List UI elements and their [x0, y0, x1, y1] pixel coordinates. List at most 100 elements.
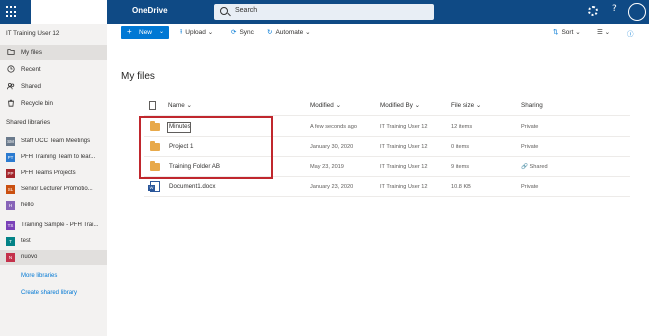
info-icon: ⓘ [627, 31, 634, 38]
search-box[interactable]: Search [214, 4, 434, 20]
sidebar-library-item[interactable]: H hello [0, 198, 107, 213]
chevron-down-icon: ⌄ [475, 102, 482, 109]
people-icon [7, 82, 15, 90]
sync-label: Sync [239, 29, 254, 36]
column-header-modified-by[interactable]: Modified By ⌄ [380, 102, 420, 109]
automate-button[interactable]: ↻ Automate ⌄ [267, 28, 311, 36]
chevron-down-icon: ⌄ [305, 29, 311, 36]
modified-by: IT Training User 12 [380, 144, 428, 150]
view-options-button[interactable]: ☰ ⌄ [597, 28, 610, 36]
sidebar-library-item[interactable]: PT PFH Training Team to lear... [0, 150, 107, 165]
avatar[interactable] [628, 3, 646, 21]
column-header-name[interactable]: Name ⌄ [168, 102, 192, 109]
chevron-down-icon: ⌄ [186, 102, 192, 109]
column-label: Name [168, 102, 185, 109]
top-bar: OneDrive Search ? [0, 0, 649, 24]
folder-icon [7, 49, 15, 55]
modified-date: May 23, 2019 [310, 164, 344, 170]
gear-icon[interactable] [588, 6, 598, 16]
more-libraries-link[interactable]: More libraries [21, 273, 57, 279]
column-header-file-size[interactable]: File size ⌄ [451, 102, 481, 109]
app-launcher-icon[interactable] [6, 6, 18, 18]
app-title[interactable]: OneDrive [132, 6, 168, 15]
file-type-icon [149, 101, 156, 110]
sidebar-item-label: Recycle bin [21, 100, 53, 107]
redacted-logo-area [31, 0, 107, 24]
library-avatar: TS [6, 221, 15, 230]
modified-date: January 23, 2020 [310, 184, 354, 190]
library-avatar: SL [6, 185, 15, 194]
upload-label: Upload [185, 29, 206, 36]
upload-button[interactable]: ⭱ Upload ⌄ [180, 28, 213, 39]
library-avatar: H [6, 201, 15, 210]
file-name[interactable]: Document1.docx [169, 183, 215, 190]
link-icon: 🔗 [521, 164, 528, 170]
modified-date: January 30, 2020 [310, 144, 354, 150]
sidebar-library-item[interactable]: N nuovo [0, 250, 107, 265]
sidebar-item-my-files[interactable]: My files [0, 45, 107, 60]
trash-icon [8, 99, 14, 107]
sort-icon: ⇅ [553, 29, 559, 36]
column-label: File size [451, 102, 475, 109]
chevron-down-icon: ⌄ [604, 29, 611, 36]
modified-date: A few seconds ago [310, 124, 357, 130]
sidebar-library-item[interactable]: T test [0, 234, 107, 249]
sidebar-item-label: Shared [21, 83, 41, 90]
modified-by: IT Training User 12 [380, 184, 428, 190]
sidebar-library-item[interactable]: PP PFH Teams Projects [0, 166, 107, 181]
chevron-down-icon: ⌄ [575, 29, 581, 36]
column-header-sharing[interactable]: Sharing [521, 102, 543, 109]
info-button[interactable]: ⓘ [627, 28, 634, 38]
new-button-label: New [139, 29, 153, 36]
library-avatar: PP [6, 169, 15, 178]
sync-button[interactable]: ⟳ Sync [231, 28, 254, 36]
plus-icon: + [127, 27, 132, 36]
word-doc-icon [148, 181, 160, 192]
sharing-status: Private [521, 144, 539, 150]
chevron-down-icon: ⌄ [335, 102, 341, 109]
sort-button[interactable]: ⇅ Sort ⌄ [553, 28, 581, 36]
modified-by: IT Training User 12 [380, 124, 428, 130]
clock-icon [7, 65, 15, 73]
chevron-down-icon: ⌄ [159, 29, 165, 35]
sharing-status: 🔗 Shared [521, 164, 548, 170]
column-label: Modified By [380, 102, 413, 109]
column-label: Modified [310, 102, 334, 109]
sidebar-item-shared[interactable]: Shared [0, 79, 107, 94]
sidebar: IT Training User 12 My files Recent Shar… [0, 24, 107, 336]
search-placeholder: Search [235, 7, 258, 14]
library-avatar: T [6, 237, 15, 246]
shared-libraries-heading: Shared libraries [6, 119, 51, 126]
library-label: PFH Teams Projects [21, 170, 76, 176]
library-label: PFH Training Team to lear... [21, 154, 96, 160]
sort-label: Sort [561, 29, 574, 36]
new-button[interactable]: + New ⌄ [121, 26, 169, 39]
sync-icon: ⟳ [231, 29, 237, 36]
annotation-highlight-box [139, 116, 273, 179]
row-divider [144, 196, 630, 197]
sidebar-item-label: My files [21, 49, 42, 56]
sidebar-item-recent[interactable]: Recent [0, 62, 107, 77]
sharing-status: Private [521, 124, 539, 130]
modified-by: IT Training User 12 [380, 164, 428, 170]
sidebar-item-recycle-bin[interactable]: Recycle bin [0, 96, 107, 111]
column-label: Sharing [521, 102, 543, 109]
sidebar-library-item[interactable]: SL Senior Lecturer Promotio... [0, 182, 107, 197]
automate-label: Automate [275, 29, 304, 36]
help-icon[interactable]: ? [612, 4, 617, 14]
sidebar-library-item[interactable]: TS Training Sample - PFH Trai... [0, 218, 107, 233]
automate-icon: ↻ [267, 29, 273, 36]
column-header-modified[interactable]: Modified ⌄ [310, 102, 341, 109]
list-view-icon: ☰ [597, 29, 603, 36]
library-label: Senior Lecturer Promotio... [21, 186, 93, 192]
library-label: test [21, 238, 31, 244]
sidebar-library-item[interactable]: SM Staff UCC Team Meetings [0, 134, 107, 149]
file-size: 12 items [451, 124, 473, 130]
table-row[interactable]: Document1.docx January 23, 2020 IT Train… [144, 177, 630, 197]
file-size: 9 items [451, 164, 470, 170]
library-label: Staff UCC Team Meetings [21, 138, 91, 144]
search-icon [220, 7, 228, 15]
library-label: hello [21, 202, 34, 208]
create-shared-library-link[interactable]: Create shared library [21, 290, 77, 296]
file-size: 0 items [451, 144, 470, 150]
